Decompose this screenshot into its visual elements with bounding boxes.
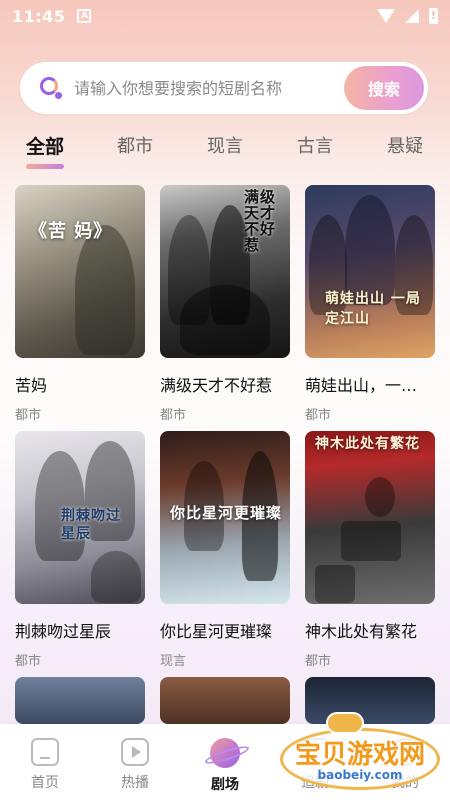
- status-bar: 11:45 A: [0, 0, 450, 32]
- drama-title: 满级天才不好惹: [160, 376, 273, 395]
- gamepad-icon: [326, 712, 364, 734]
- drama-tag: 都市: [15, 654, 42, 669]
- drama-card[interactable]: [160, 677, 290, 724]
- nav-home[interactable]: 首页: [15, 738, 75, 792]
- status-icons: [377, 8, 438, 24]
- tab-all[interactable]: 全部: [26, 132, 64, 159]
- poster-title: 你比星河更璀璨: [170, 504, 283, 522]
- drama-poster[interactable]: 你比星河更璀璨: [160, 431, 290, 604]
- drama-card[interactable]: 满级天才不好惹 满级天才不好惹 都市: [160, 185, 290, 423]
- drama-poster[interactable]: 荆棘吻过星辰: [15, 431, 145, 604]
- drama-poster[interactable]: 满级天才不好惹: [160, 185, 290, 358]
- wifi-icon: [377, 9, 395, 23]
- notification-icon: A: [77, 9, 92, 23]
- drama-card[interactable]: 荆棘吻过星辰 荆棘吻过星辰 都市: [15, 431, 145, 669]
- watermark-url: baobeiy.com: [317, 768, 403, 782]
- poster-title: 萌娃出山 一局定江山: [325, 291, 421, 327]
- drama-title: 你比星河更璀璨: [160, 622, 273, 641]
- poster-title: 满级天才不好惹: [244, 188, 277, 254]
- drama-tag: 现言: [160, 654, 187, 669]
- nav-theater[interactable]: 剧场: [195, 738, 255, 794]
- poster-title: 《苦 妈》: [29, 221, 113, 242]
- drama-card[interactable]: 萌娃出山 一局定江山 萌娃出山，一… 都市: [305, 185, 435, 423]
- search-input[interactable]: [74, 78, 344, 98]
- poster-title: 神木此处有繁花: [315, 436, 420, 452]
- drama-title: 萌娃出山，一…: [305, 376, 418, 395]
- nav-label: 首页: [31, 775, 59, 791]
- drama-poster[interactable]: [15, 677, 145, 724]
- signal-icon: [405, 9, 419, 23]
- nav-label: 剧场: [211, 777, 239, 793]
- status-time: 11:45: [12, 6, 66, 26]
- watermark-logo: 宝贝游戏网 baobeiy.com: [276, 708, 446, 796]
- category-tabs: 全部 都市 现言 古言 悬疑: [0, 124, 450, 174]
- drama-tag: 都市: [15, 408, 42, 423]
- battery-icon: [429, 8, 438, 24]
- drama-poster[interactable]: [160, 677, 290, 724]
- watermark-text: 宝贝游戏网: [294, 740, 425, 770]
- drama-card[interactable]: 神木此处有繁花 神木此处有繁花 都市: [305, 431, 435, 669]
- tab-ancient-romance[interactable]: 古言: [297, 132, 333, 158]
- poster-title: 荆棘吻过星辰: [61, 508, 121, 542]
- search-bar: 搜索: [20, 62, 428, 114]
- nav-hot[interactable]: 热播: [105, 738, 165, 792]
- search-icon: [40, 77, 62, 99]
- active-tab-indicator: [26, 164, 64, 169]
- drama-title: 神木此处有繁花: [305, 622, 418, 641]
- drama-title: 苦妈: [15, 376, 48, 395]
- drama-card[interactable]: 《苦 妈》 苦妈 都市: [15, 185, 145, 423]
- drama-tag: 都市: [160, 408, 187, 423]
- drama-card[interactable]: [15, 677, 145, 724]
- tab-city[interactable]: 都市: [117, 132, 153, 158]
- drama-poster[interactable]: 萌娃出山 一局定江山: [305, 185, 435, 358]
- nav-label: 热播: [121, 775, 149, 791]
- drama-poster[interactable]: 神木此处有繁花: [305, 431, 435, 604]
- drama-tag: 都市: [305, 408, 332, 423]
- search-button[interactable]: 搜索: [344, 66, 424, 110]
- drama-card[interactable]: 你比星河更璀璨 你比星河更璀璨 现言: [160, 431, 290, 669]
- drama-poster[interactable]: 《苦 妈》: [15, 185, 145, 358]
- play-icon: [121, 738, 149, 766]
- tab-suspense[interactable]: 悬疑: [387, 132, 423, 158]
- drama-tag: 都市: [305, 654, 332, 669]
- home-icon: [31, 738, 59, 766]
- planet-icon: [210, 738, 240, 768]
- tab-modern-romance[interactable]: 现言: [207, 132, 243, 158]
- drama-title: 荆棘吻过星辰: [15, 622, 112, 641]
